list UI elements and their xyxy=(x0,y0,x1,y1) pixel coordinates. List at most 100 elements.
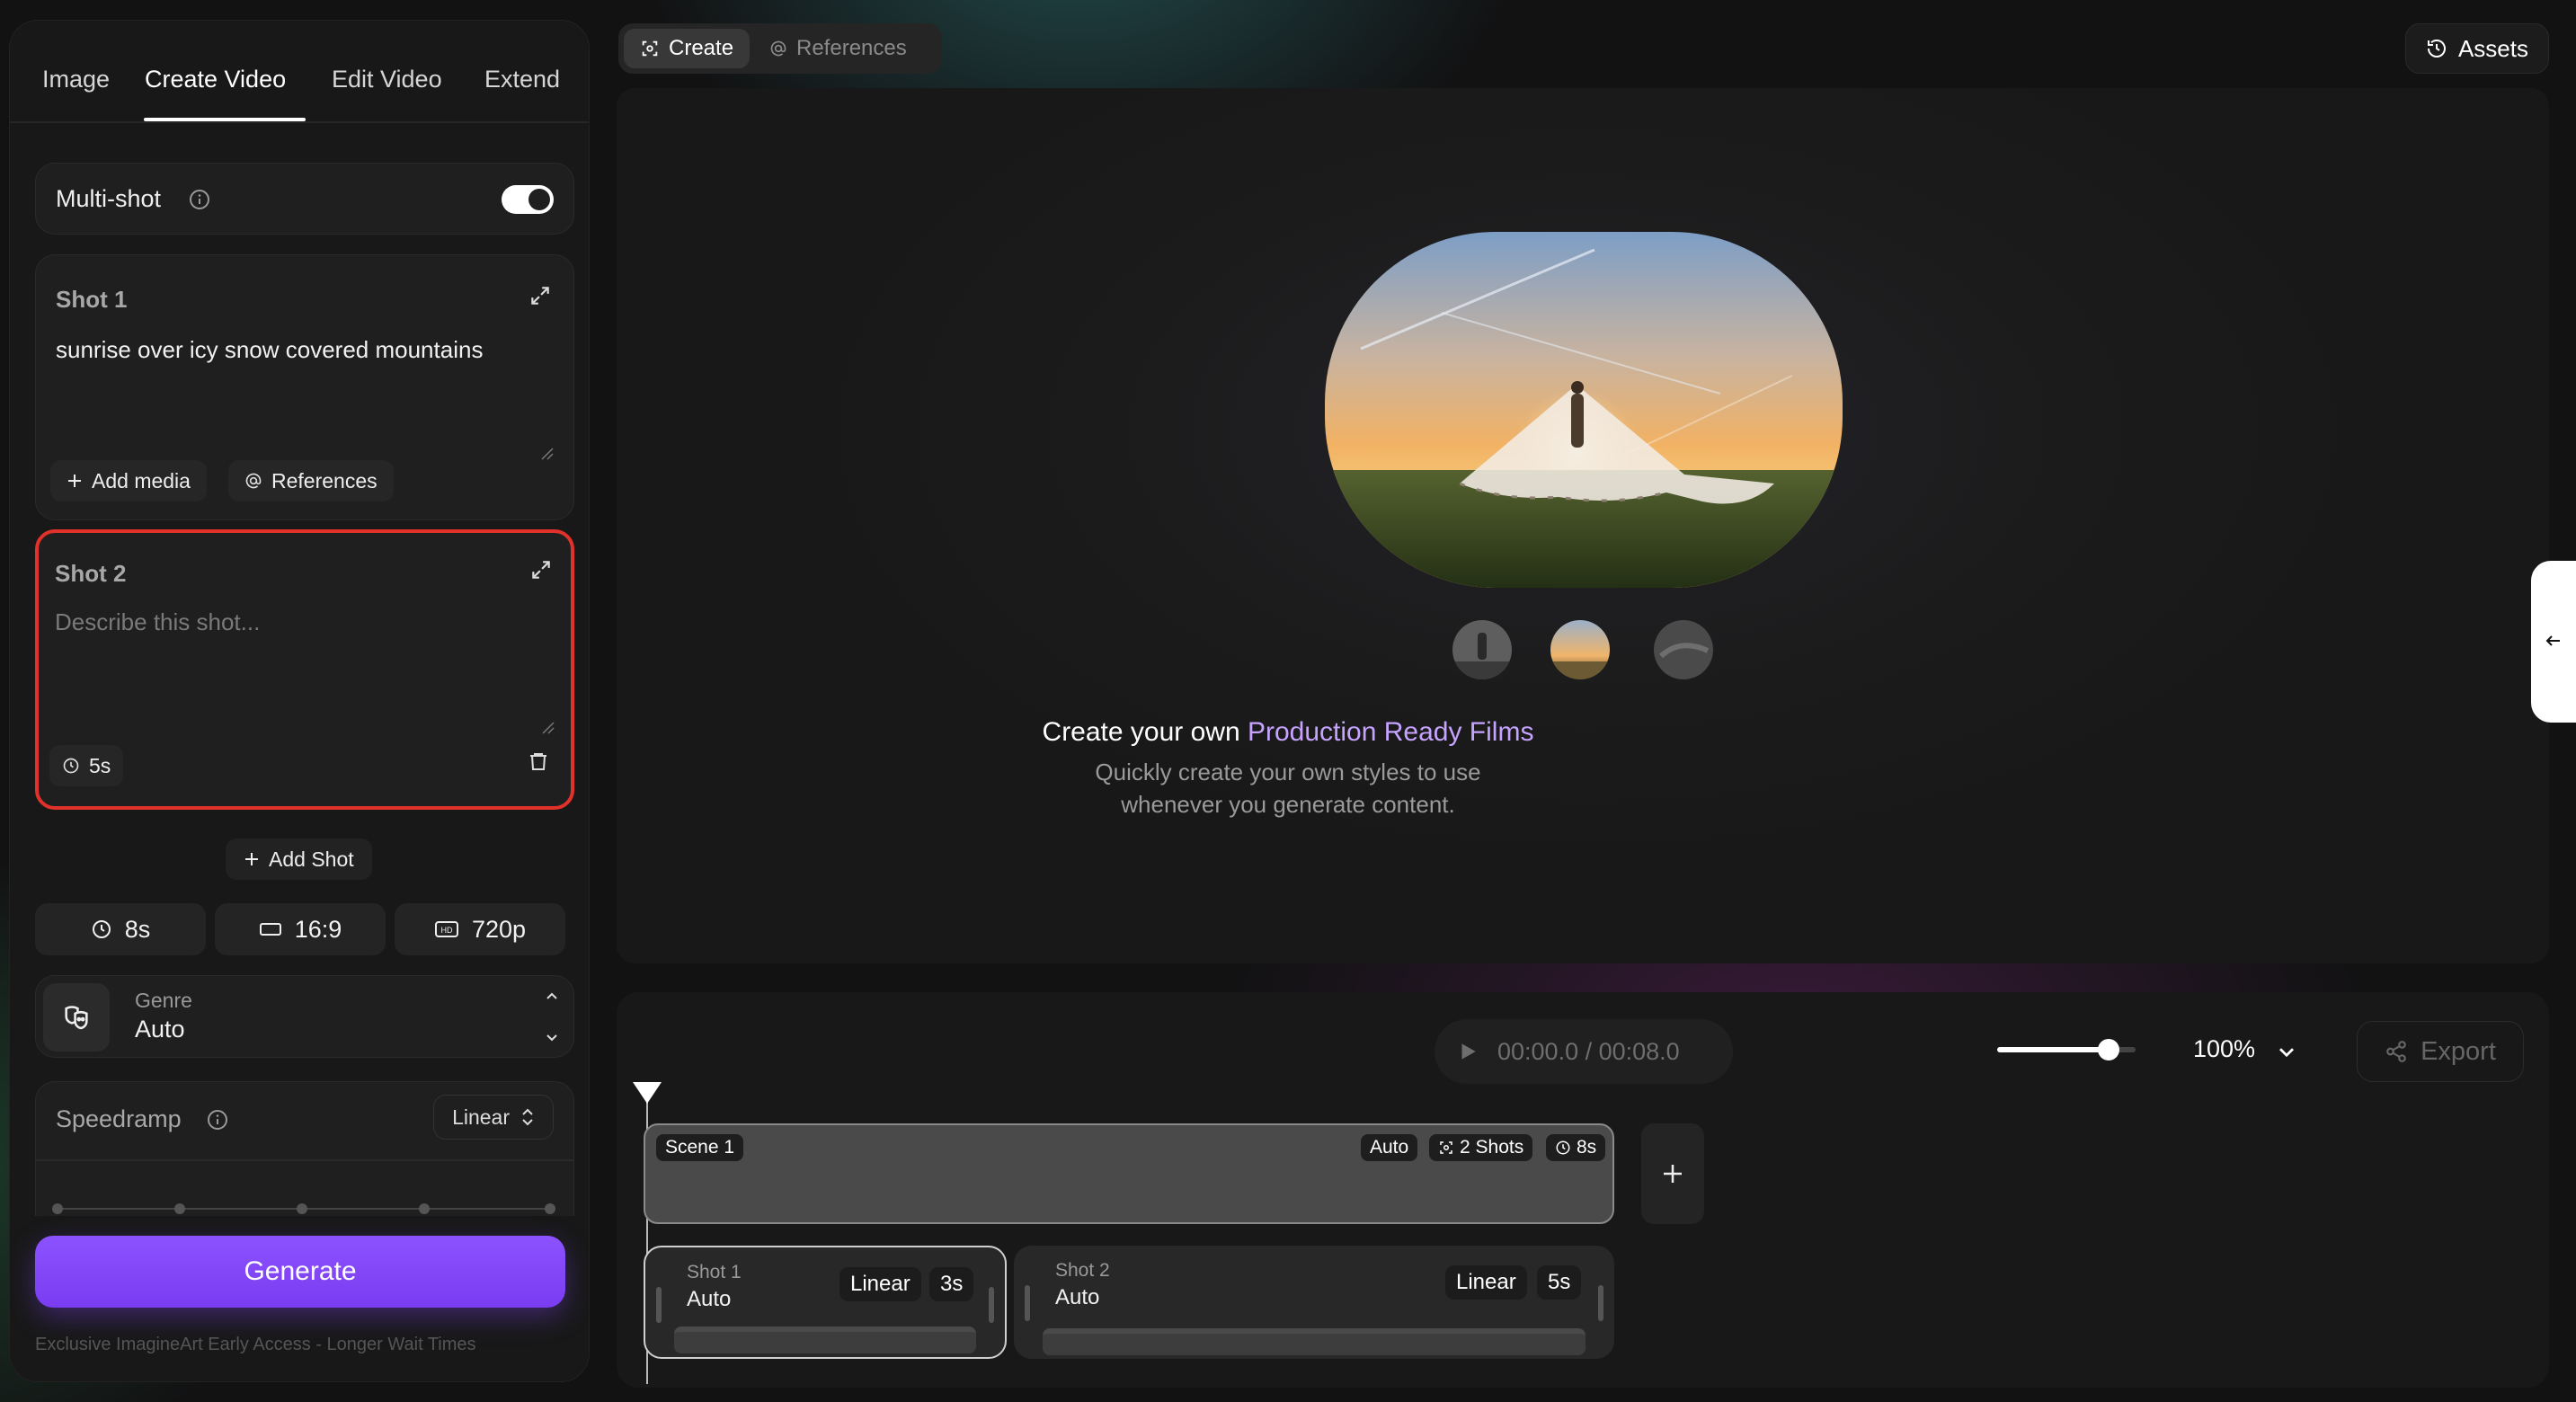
preview-headline: Create your own Production Ready Films xyxy=(0,717,2576,748)
speedramp-label: Speedramp xyxy=(56,1105,182,1132)
curve-point[interactable] xyxy=(419,1203,430,1214)
clip-ramp-tag: Linear xyxy=(839,1267,921,1301)
curve-point[interactable] xyxy=(174,1203,185,1214)
shot-title: Shot 2 xyxy=(55,560,127,587)
trim-handle-left[interactable] xyxy=(656,1287,662,1323)
style-thumbnail[interactable] xyxy=(1654,620,1713,679)
aspect-ratio-select[interactable]: 16:9 xyxy=(215,903,386,955)
aspect-value: 16:9 xyxy=(294,915,342,943)
add-media-button[interactable]: Add media xyxy=(50,460,207,501)
mode-tabs: Image Create Video Edit Video Extend xyxy=(10,21,589,123)
clip-ramp-tag: Linear xyxy=(1445,1265,1527,1300)
trim-handle-right[interactable] xyxy=(989,1287,994,1323)
shot-card-1: Shot 1 sunrise over icy snow covered mou… xyxy=(35,254,574,520)
zoom-value: 100% xyxy=(2193,1035,2256,1062)
plus-icon xyxy=(244,851,260,867)
arrow-left-icon xyxy=(2544,631,2563,651)
expand-icon[interactable] xyxy=(529,558,553,581)
tab-edit-video[interactable]: Edit Video xyxy=(332,66,442,93)
play-icon[interactable] xyxy=(1456,1040,1479,1063)
style-thumbnail[interactable] xyxy=(1452,620,1512,679)
clip-duration-tag: 5s xyxy=(1537,1265,1582,1300)
collapse-side-panel[interactable] xyxy=(2531,561,2576,723)
genre-select[interactable]: Genre Auto xyxy=(35,975,574,1058)
clip-duration-tag: 3s xyxy=(929,1267,974,1301)
playhead-icon[interactable] xyxy=(631,1080,663,1105)
clip-title: Shot 2 xyxy=(1055,1260,1110,1281)
add-scene-button[interactable] xyxy=(1641,1123,1704,1224)
create-icon xyxy=(640,39,660,58)
add-shot-button[interactable]: Add Shot xyxy=(226,839,372,880)
references-button[interactable]: References xyxy=(228,460,394,501)
info-icon[interactable] xyxy=(207,1109,228,1131)
hd-icon: HD xyxy=(434,919,459,939)
playback-control: 00:00.0 / 00:08.0 xyxy=(1435,1019,1733,1084)
zoom-slider-knob[interactable] xyxy=(2098,1039,2119,1060)
create-label: Create xyxy=(669,36,734,60)
scene-mode-tag: Auto xyxy=(1361,1134,1418,1161)
view-switcher: Create References xyxy=(618,23,942,74)
plus-icon xyxy=(67,473,83,489)
shot-prompt-input[interactable]: Describe this shot... xyxy=(55,608,260,636)
shot-title: Shot 1 xyxy=(56,286,128,313)
export-button[interactable]: Export xyxy=(2357,1021,2524,1082)
divider xyxy=(36,1159,573,1161)
duration-select[interactable]: 8s xyxy=(35,903,206,955)
genre-icon xyxy=(43,983,110,1052)
assets-label: Assets xyxy=(2457,34,2528,62)
tab-extend[interactable]: Extend xyxy=(484,66,560,93)
svg-text:HD: HD xyxy=(440,926,452,935)
updown-icon xyxy=(520,1106,535,1128)
genre-value: Auto xyxy=(135,1016,185,1043)
speedramp-panel: Speedramp Linear xyxy=(35,1081,574,1216)
multishot-toggle[interactable] xyxy=(502,185,554,214)
curve-point[interactable] xyxy=(297,1203,307,1214)
resize-handle-icon[interactable] xyxy=(539,446,554,460)
create-tab[interactable]: Create xyxy=(624,29,751,68)
chevron-down-icon[interactable] xyxy=(2274,1039,2299,1064)
trim-handle-left[interactable] xyxy=(1025,1285,1030,1321)
preview-subline: Quickly create your own styles to use xyxy=(1095,759,1481,785)
speedramp-select[interactable]: Linear xyxy=(433,1095,554,1140)
curve-point[interactable] xyxy=(52,1203,63,1214)
resolution-value: 720p xyxy=(471,915,527,943)
trim-handle-right[interactable] xyxy=(1598,1285,1603,1321)
references-label: References xyxy=(271,468,378,492)
scene-shots-count: 2 Shots xyxy=(1460,1137,1524,1158)
access-footnote: Exclusive ImagineArt Early Access - Long… xyxy=(35,1335,476,1354)
curve-point[interactable] xyxy=(545,1203,555,1214)
chevron-down-icon[interactable] xyxy=(543,1028,561,1046)
headline-accent: Production Ready Films xyxy=(1247,717,1534,747)
active-tab-indicator xyxy=(144,118,306,121)
export-label: Export xyxy=(2421,1036,2496,1066)
clip-track-bar xyxy=(1043,1328,1586,1355)
scene-clip[interactable]: Scene 1 Auto 2 Shots 8s xyxy=(644,1123,1614,1224)
tab-image[interactable]: Image xyxy=(42,66,110,93)
generate-button[interactable]: Generate xyxy=(35,1236,565,1308)
history-icon xyxy=(2426,38,2447,59)
preview-subline: whenever you generate content. xyxy=(1121,791,1455,818)
plus-icon xyxy=(1660,1161,1685,1186)
chevron-up-icon[interactable] xyxy=(543,987,561,1005)
add-media-label: Add media xyxy=(92,468,191,492)
playback-time: 00:00.0 / 00:08.0 xyxy=(1497,1037,1680,1065)
scene-label: Scene 1 xyxy=(656,1134,744,1161)
clock-icon xyxy=(1555,1140,1571,1156)
scene-shots-tag: 2 Shots xyxy=(1429,1134,1533,1161)
tab-create-video[interactable]: Create Video xyxy=(145,66,286,93)
shot-prompt-field[interactable]: sunrise over icy snow covered mountains xyxy=(56,336,483,364)
multishot-label: Multi-shot xyxy=(56,185,162,212)
shot-clip-1[interactable]: Shot 1 Auto Linear 3s xyxy=(644,1246,1007,1359)
info-icon[interactable] xyxy=(189,189,210,210)
style-thumbnail[interactable] xyxy=(1550,620,1610,679)
zoom-slider-fill[interactable] xyxy=(1997,1047,2109,1052)
shot-clip-2[interactable]: Shot 2 Auto Linear 5s xyxy=(1014,1246,1614,1359)
expand-icon[interactable] xyxy=(529,284,552,307)
references-tab[interactable]: References xyxy=(753,29,923,68)
resolution-select[interactable]: HD 720p xyxy=(395,903,565,955)
assets-button[interactable]: Assets xyxy=(2404,23,2549,74)
at-icon xyxy=(244,472,262,490)
duration-value: 8s xyxy=(124,915,151,943)
references-label: References xyxy=(796,36,907,60)
aspect-icon xyxy=(259,920,282,938)
